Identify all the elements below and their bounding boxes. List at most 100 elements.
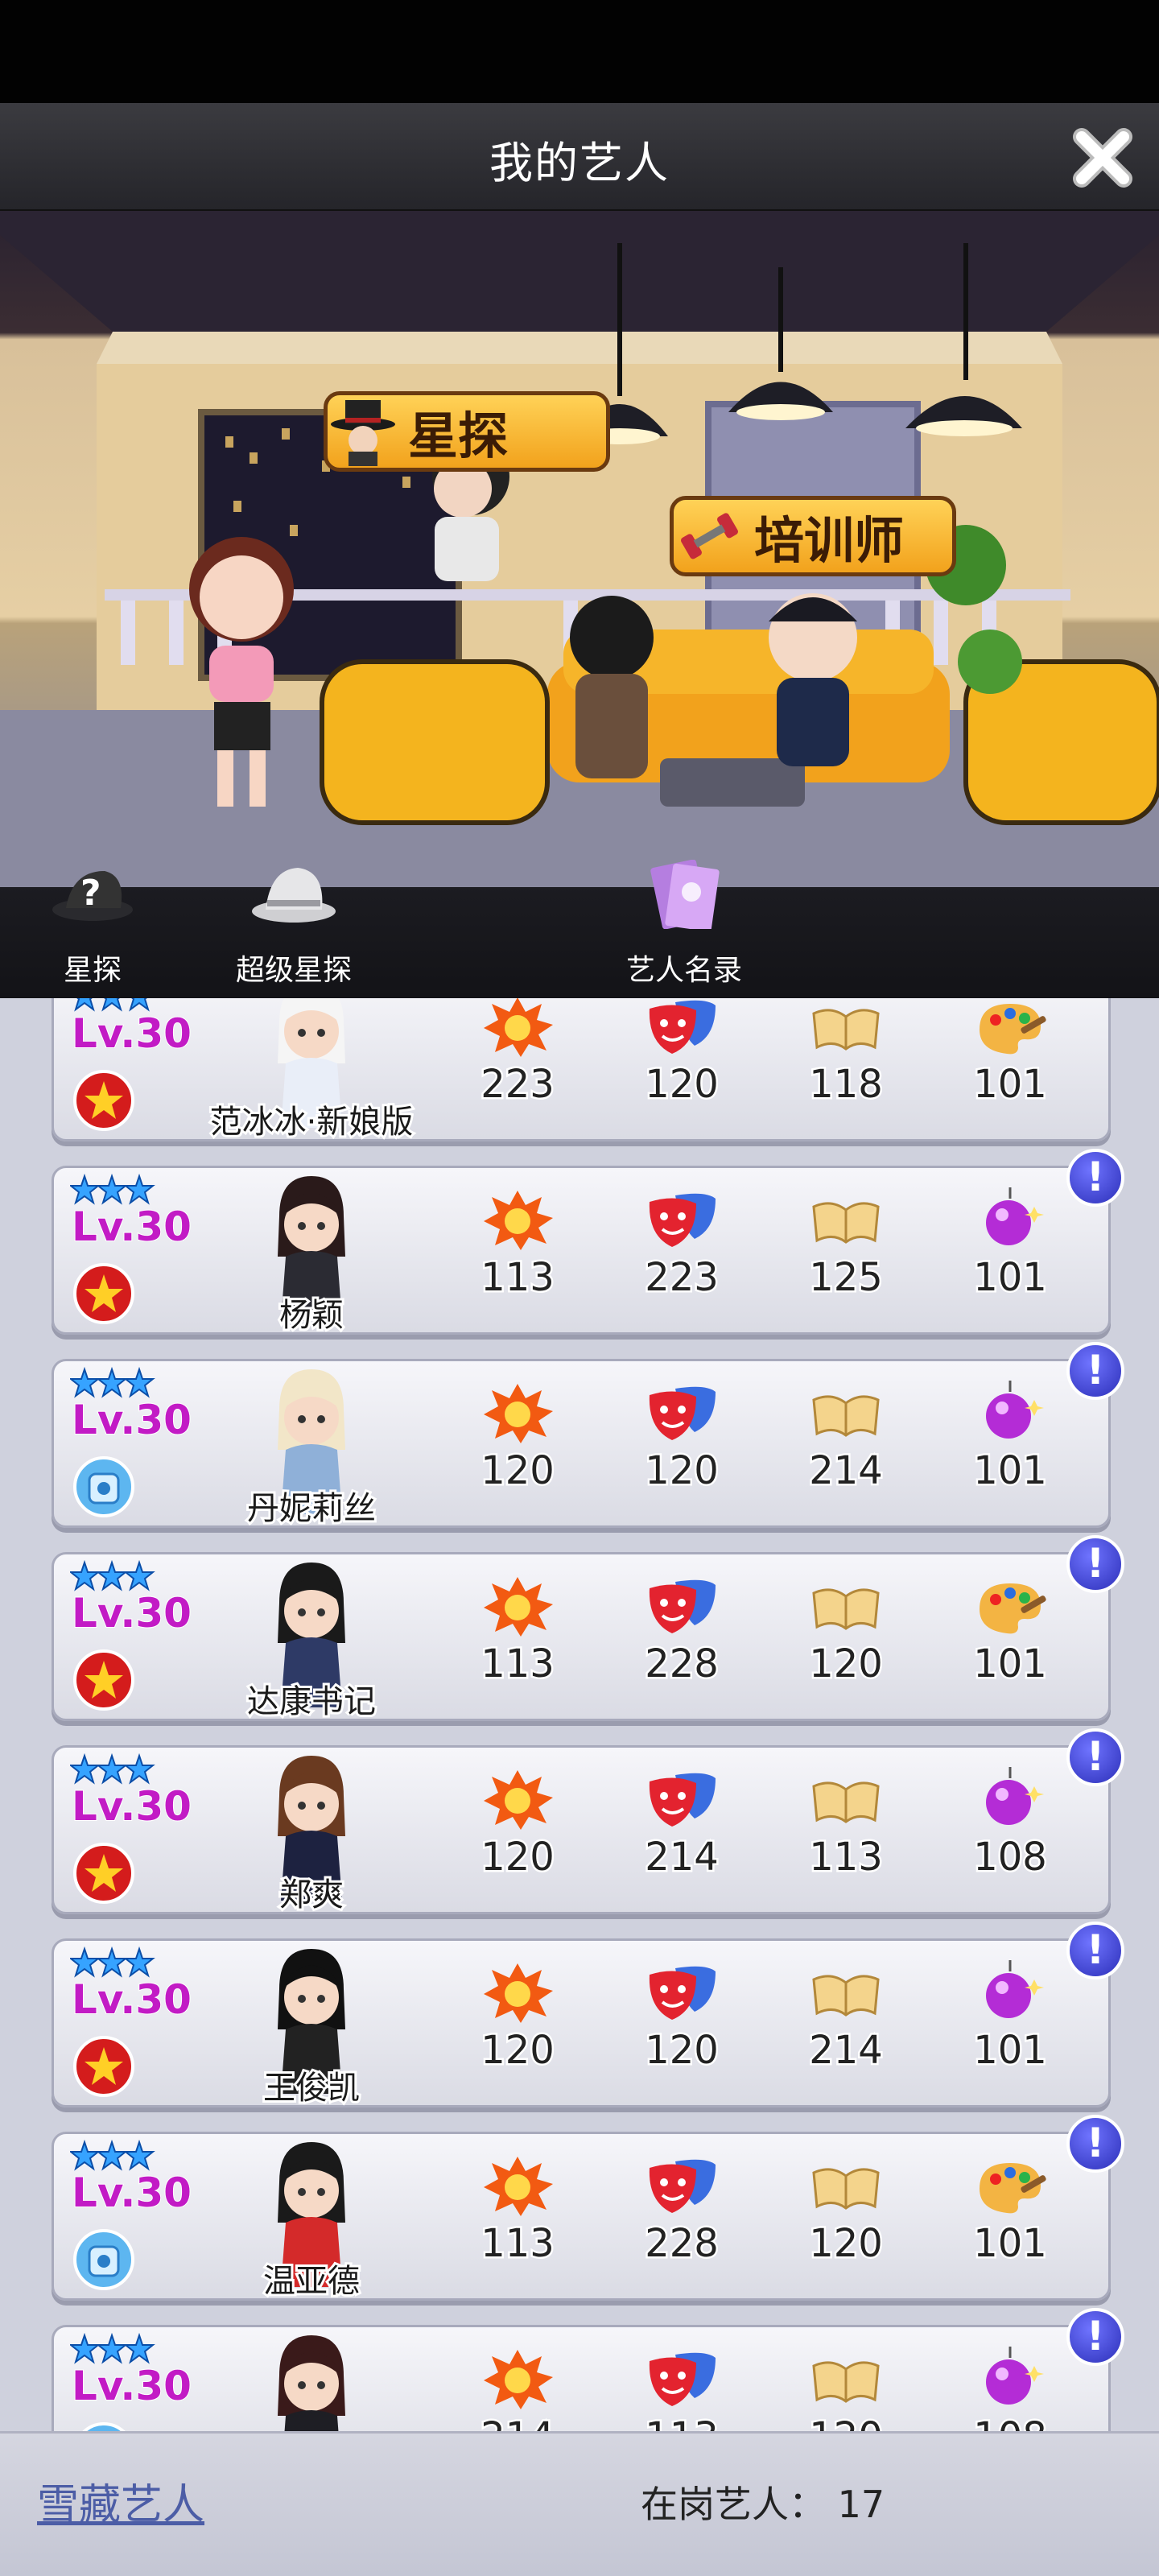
nav-super-scout-button[interactable]: 超级星探	[217, 868, 370, 998]
disco-ball-icon	[986, 1960, 1044, 2018]
stat-value: 101	[971, 1640, 1050, 1689]
svg-text:?: ?	[80, 873, 101, 914]
exclamation-alert-icon[interactable]: !	[1066, 1922, 1124, 1979]
stat-value: 113	[617, 2413, 746, 2432]
artist-portrait-icon	[278, 2335, 345, 2431]
office-illustration	[0, 211, 1159, 887]
explosion-icon	[484, 2157, 553, 2216]
mask-icon	[649, 1386, 716, 1440]
artist-stat: 223	[453, 998, 582, 1109]
palette-icon	[980, 1583, 1046, 1634]
artist-name: 丹妮莉丝	[245, 1488, 378, 1530]
artist-level: Lv.30	[71, 1975, 192, 2024]
genre-red-icon	[73, 1843, 134, 1904]
artist-stat: 120	[617, 1381, 746, 1496]
book-icon	[812, 1202, 880, 1244]
genre-blue-icon	[73, 1456, 134, 1517]
artist-stat: 120	[782, 1574, 910, 1689]
artist-card[interactable]: Lv.30 郑爽 120 214 113 108 !	[52, 1728, 1124, 1916]
artist-stat: 118	[782, 998, 910, 1109]
artist-card[interactable]: Lv.30 范冰冰·新娘版 223 120 118 101	[52, 998, 1111, 1143]
stat-value: 101	[971, 1253, 1050, 1302]
explosion-icon	[484, 1384, 553, 1443]
stat-value: 125	[807, 1253, 885, 1302]
stat-value: 120	[479, 1833, 557, 1882]
artist-card[interactable]: Lv.30 达康书记 113 228 120 101 !	[52, 1535, 1124, 1723]
artist-stat: 120	[453, 1767, 582, 1882]
stat-value: 101	[971, 1447, 1050, 1496]
artist-stat: 214	[617, 1767, 746, 1882]
exclamation-alert-icon[interactable]: !	[1066, 1342, 1124, 1400]
explosion-icon	[484, 1770, 553, 1830]
genre-red-icon	[73, 1070, 134, 1131]
scene-bottom-nav: ? 星探 超级星探 艺人名录	[0, 860, 1159, 998]
artist-card[interactable]: Lv.30 丹妮莉丝 120 120 214 101 !	[52, 1342, 1124, 1530]
artist-stat: 113	[782, 1767, 910, 1882]
artist-list[interactable]: Lv.30 范冰冰·新娘版 223 120 118 101 Lv.30 杨颖 1…	[0, 998, 1159, 2431]
artist-card[interactable]: Lv.30 214 113 120 108 !	[52, 2308, 1124, 2432]
stat-value: 101	[971, 1060, 1050, 1109]
artist-stat: 101	[946, 1381, 1074, 1496]
artist-card[interactable]: Lv.30 杨颖 113 223 125 101 !	[52, 1149, 1124, 1336]
close-icon[interactable]	[1070, 126, 1135, 190]
book-icon	[812, 1781, 880, 1823]
nav-scout-label: 星探	[63, 954, 122, 987]
artist-level: Lv.30	[71, 1009, 192, 1058]
artist-name: 郑爽	[277, 1874, 346, 1916]
stat-value: 214	[453, 2413, 582, 2432]
trainee-figure-back	[570, 596, 654, 778]
rarity-stars-icon	[70, 2139, 155, 2171]
agency-office-scene: 星探 培训师	[0, 211, 1159, 887]
stat-value: 108	[971, 1833, 1050, 1882]
explosion-icon	[484, 998, 553, 1057]
stat-value: 120	[807, 1640, 885, 1689]
book-icon	[812, 1395, 880, 1437]
active-artists-count: 在岗艺人： 17	[641, 2475, 885, 2529]
stat-value: 120	[643, 1447, 721, 1496]
stat-value: 228	[643, 1640, 721, 1689]
artist-stat: 214	[782, 1960, 910, 2075]
exclamation-alert-icon[interactable]: !	[1066, 2308, 1124, 2366]
hidden-artists-link[interactable]: 雪藏艺人	[37, 2471, 204, 2531]
stat-value: 113	[479, 1640, 557, 1689]
artist-stat: 108	[946, 2347, 1074, 2431]
stat-value: 120	[643, 1060, 721, 1109]
mask-icon	[649, 2352, 716, 2406]
exclamation-alert-icon[interactable]: !	[1066, 1149, 1124, 1207]
stat-value: 101	[971, 2026, 1050, 2075]
exclamation-alert-icon[interactable]: !	[1066, 1535, 1124, 1593]
screen: { "header": { "title": "我的艺人" }, "scene"…	[0, 0, 1159, 2576]
artist-card[interactable]: Lv.30 温亚德 113 228 120 101 !	[52, 2115, 1124, 2302]
status-bar	[0, 0, 1159, 103]
genre-blue-icon	[73, 2229, 134, 2290]
exclamation-alert-icon[interactable]: !	[1066, 2115, 1124, 2173]
stat-value: 214	[807, 2026, 885, 2075]
stat-value: 108	[946, 2413, 1074, 2432]
mask-icon	[649, 1966, 716, 2020]
rarity-stars-icon	[70, 1946, 155, 1978]
book-icon	[812, 2361, 880, 2403]
artist-stat: 101	[946, 2153, 1074, 2268]
nav-scout-button[interactable]: ? 星探	[32, 871, 153, 998]
title-bar: 我的艺人	[0, 103, 1159, 211]
artist-stat: 101	[946, 1960, 1074, 2075]
artist-card[interactable]: Lv.30 王俊凯 120 120 214 101 !	[52, 1922, 1124, 2109]
explosion-icon	[484, 1963, 553, 2023]
explosion-icon	[484, 2350, 553, 2409]
artist-stat: 120	[453, 1960, 582, 2075]
stat-value: 223	[479, 1060, 557, 1109]
artist-name: 王俊凯	[261, 2067, 362, 2109]
trainer-sign-button[interactable]: 培训师	[670, 496, 956, 576]
genre-red-icon	[73, 1263, 134, 1324]
trainer-sign-label: 培训师	[754, 511, 905, 570]
disco-ball-icon	[986, 2347, 1044, 2405]
scout-sign-button[interactable]: 星探	[324, 391, 610, 472]
detective-hat-icon	[331, 400, 395, 466]
exclamation-alert-icon[interactable]: !	[1066, 1728, 1124, 1786]
artist-stat: 125	[782, 1187, 910, 1302]
nav-roster-button[interactable]: 艺人名录	[612, 860, 757, 998]
artist-stat: 214	[453, 2347, 582, 2431]
artist-level: Lv.30	[71, 1203, 192, 1251]
artist-level: Lv.30	[71, 1396, 192, 1444]
artist-level: Lv.30	[71, 1589, 192, 1637]
